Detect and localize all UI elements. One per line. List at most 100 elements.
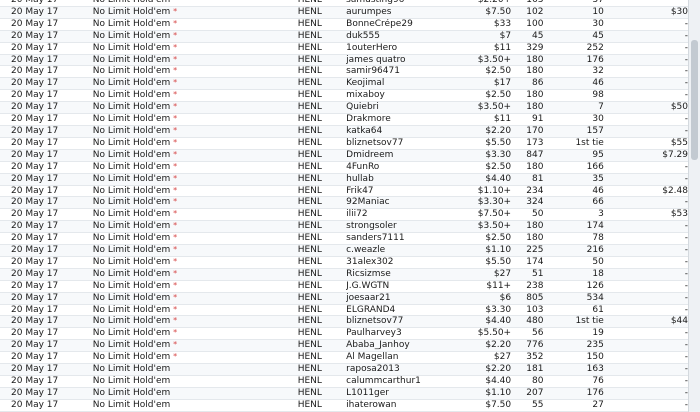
row-player[interactable]: L1011ger: [346, 387, 447, 400]
scrollbar-thumb[interactable]: [691, 40, 698, 160]
table-row[interactable]: 20 May 17 No Limit Hold'em * HENL duk555 $7 4…: [0, 30, 688, 43]
row-player[interactable]: aurumpes: [346, 6, 447, 19]
row-player[interactable]: ilii72: [346, 208, 447, 222]
table-row[interactable]: 20 May 17 No Limit Hold'em * HENL Quiebri $3…: [0, 101, 688, 115]
row-entrants: 847: [511, 149, 544, 162]
row-player[interactable]: bliznetsov77: [346, 137, 447, 150]
row-position: 235: [543, 339, 604, 353]
table-row[interactable]: 20 May 17 No Limit Hold'em * HENL Paulharve…: [0, 327, 688, 341]
row-player[interactable]: ihaterowan: [346, 399, 447, 412]
row-position: 61: [543, 304, 604, 317]
row-date: 20 May 17: [0, 256, 93, 269]
row-player[interactable]: katka64: [346, 125, 447, 138]
table-row[interactable]: 20 May 17 No Limit Hold'em * HENL Keojimal $…: [0, 77, 688, 91]
row-network: HENL: [257, 125, 347, 138]
row-game: No Limit Hold'em *: [92, 42, 258, 55]
table-row[interactable]: 20 May 17 No Limit Hold'em * HENL BonneCrép…: [0, 18, 688, 31]
table-row[interactable]: 20 May 17 No Limit Hold'em * HENL ELGRAND4 $…: [0, 304, 688, 317]
row-game-label: No Limit Hold'em: [92, 173, 171, 184]
row-game-label: No Limit Hold'em: [92, 114, 171, 125]
row-prize: -: [603, 304, 688, 317]
row-player[interactable]: duk555: [346, 30, 447, 43]
table-row[interactable]: 20 May 17 No Limit Hold'em * HENL 31alex302…: [0, 256, 688, 269]
row-player[interactable]: mixaboy: [346, 89, 447, 103]
row-date: 20 May 17: [0, 42, 93, 55]
table-row[interactable]: 20 May 17 No Limit Hold'em * HENL hullab $4.…: [0, 173, 688, 186]
row-player[interactable]: samir96471: [346, 65, 447, 79]
row-player[interactable]: joesaar21: [346, 292, 447, 305]
table-row[interactable]: 20 May 17 No Limit Hold'em * HENL Al Magell…: [0, 351, 688, 365]
row-date: 20 May 17: [0, 375, 93, 388]
row-entrants: 180: [511, 220, 544, 234]
row-position: 45: [543, 30, 604, 43]
table-row[interactable]: 20 May 17 No Limit Hold'em * HENL Ricsizmse…: [0, 268, 688, 281]
table-row[interactable]: 20 May 17 No Limit Hold'em HENL raposa2013…: [0, 363, 688, 376]
row-player[interactable]: Frik47: [346, 185, 447, 198]
row-player[interactable]: Quiebri: [346, 101, 447, 115]
table-row[interactable]: 20 May 17 No Limit Hold'em * HENL 92Maniac $…: [0, 196, 688, 210]
row-player[interactable]: calummcarthur1: [346, 375, 447, 388]
row-player[interactable]: Keojimal: [346, 77, 447, 91]
row-player[interactable]: strongsoler: [346, 220, 447, 234]
row-player[interactable]: 1outerHero: [346, 42, 447, 55]
table-row[interactable]: 20 May 17 No Limit Hold'em * HENL katka64 $2…: [0, 125, 688, 138]
table-row[interactable]: 20 May 17 No Limit Hold'em HENL calummcart…: [0, 375, 688, 388]
row-position: 163: [543, 363, 604, 376]
table-row[interactable]: 20 May 17 No Limit Hold'em HENL ihaterowan…: [0, 399, 688, 412]
row-player[interactable]: Paulharvey3: [346, 327, 447, 341]
row-game-label: No Limit Hold'em: [92, 137, 171, 148]
table-row[interactable]: 20 May 17 No Limit Hold'em * HENL 4FunRo $2.…: [0, 161, 688, 174]
row-player[interactable]: Ababa_Janhoy: [346, 339, 447, 353]
row-player[interactable]: james quatro: [346, 54, 447, 67]
table-row[interactable]: 20 May 17 No Limit Hold'em * HENL james qua…: [0, 54, 688, 67]
vertical-scrollbar[interactable]: [688, 0, 700, 412]
row-prize: -: [603, 161, 688, 174]
row-player[interactable]: c.weazle: [346, 244, 447, 257]
row-player[interactable]: Al Magellan: [346, 351, 447, 365]
table-row[interactable]: 20 May 17 No Limit Hold'em * HENL Ababa_Jan…: [0, 339, 688, 353]
row-player[interactable]: 31alex302: [346, 256, 447, 269]
table-row[interactable]: 20 May 17 No Limit Hold'em * HENL bliznetso…: [0, 315, 688, 329]
table-row[interactable]: 20 May 17 No Limit Hold'em * HENL sanders71…: [0, 232, 688, 246]
row-player[interactable]: hullab: [346, 173, 447, 186]
table-row[interactable]: 20 May 17 No Limit Hold'em * HENL c.weazle $…: [0, 244, 688, 257]
table-row[interactable]: 20 May 17 No Limit Hold'em * HENL 1outerHer…: [0, 42, 688, 55]
row-star: *: [173, 90, 178, 100]
table-row[interactable]: 20 May 17 No Limit Hold'em * HENL aurumpes $…: [0, 6, 688, 19]
row-player[interactable]: raposa2013: [346, 363, 447, 376]
table-row[interactable]: 20 May 17 No Limit Hold'em * HENL bliznetso…: [0, 137, 688, 150]
table-row[interactable]: 20 May 17 No Limit Hold'em * HENL J.G.WGTN $…: [0, 280, 688, 293]
row-player[interactable]: ELGRAND4: [346, 304, 447, 317]
table-row[interactable]: 20 May 17 No Limit Hold'em * HENL ilii72 $7.…: [0, 208, 688, 222]
row-player[interactable]: BonneCrépe29: [346, 18, 447, 31]
row-entrants: 86: [511, 77, 544, 91]
table-row[interactable]: 20 May 17 No Limit Hold'em * HENL Frik47 $1.…: [0, 185, 688, 198]
row-player[interactable]: 4FunRo: [346, 161, 447, 174]
table-row[interactable]: 20 May 17 No Limit Hold'em * HENL Drakmore $…: [0, 113, 688, 126]
row-position: 46: [543, 185, 604, 198]
table-row[interactable]: 20 May 17 No Limit Hold'em HENL L1011ger $1…: [0, 387, 688, 400]
row-buyin: $6: [446, 292, 512, 305]
row-player[interactable]: Dmidreem: [346, 149, 447, 162]
row-game-label: No Limit Hold'em: [92, 149, 171, 160]
row-position: 35: [543, 173, 604, 186]
row-player[interactable]: 92Maniac: [346, 196, 447, 210]
row-network: HENL: [257, 161, 347, 174]
row-player[interactable]: sanders7111: [346, 232, 447, 246]
table-row[interactable]: 20 May 17 No Limit Hold'em * HENL strongsol…: [0, 220, 688, 234]
row-date: 20 May 17: [0, 304, 93, 317]
table-row[interactable]: 20 May 17 No Limit Hold'em * HENL samir9647…: [0, 65, 688, 79]
row-player[interactable]: J.G.WGTN: [346, 280, 447, 293]
row-player[interactable]: Drakmore: [346, 113, 447, 126]
table-row[interactable]: 20 May 17 No Limit Hold'em * HENL joesaar21…: [0, 292, 688, 305]
row-position: 534: [543, 292, 604, 305]
row-player[interactable]: bliznetsov77: [346, 315, 447, 329]
row-player[interactable]: Ricsizmse: [346, 268, 447, 281]
row-date: 20 May 17: [0, 149, 93, 162]
table-row[interactable]: 20 May 17 No Limit Hold'em * HENL mixaboy $2…: [0, 89, 688, 103]
table-row[interactable]: 20 May 17 No Limit Hold'em * HENL Dmidreem $…: [0, 149, 688, 162]
row-position: 157: [543, 125, 604, 138]
row-game-label: No Limit Hold'em: [92, 387, 171, 398]
row-game: No Limit Hold'em *: [92, 18, 258, 31]
row-star: *: [173, 78, 178, 88]
